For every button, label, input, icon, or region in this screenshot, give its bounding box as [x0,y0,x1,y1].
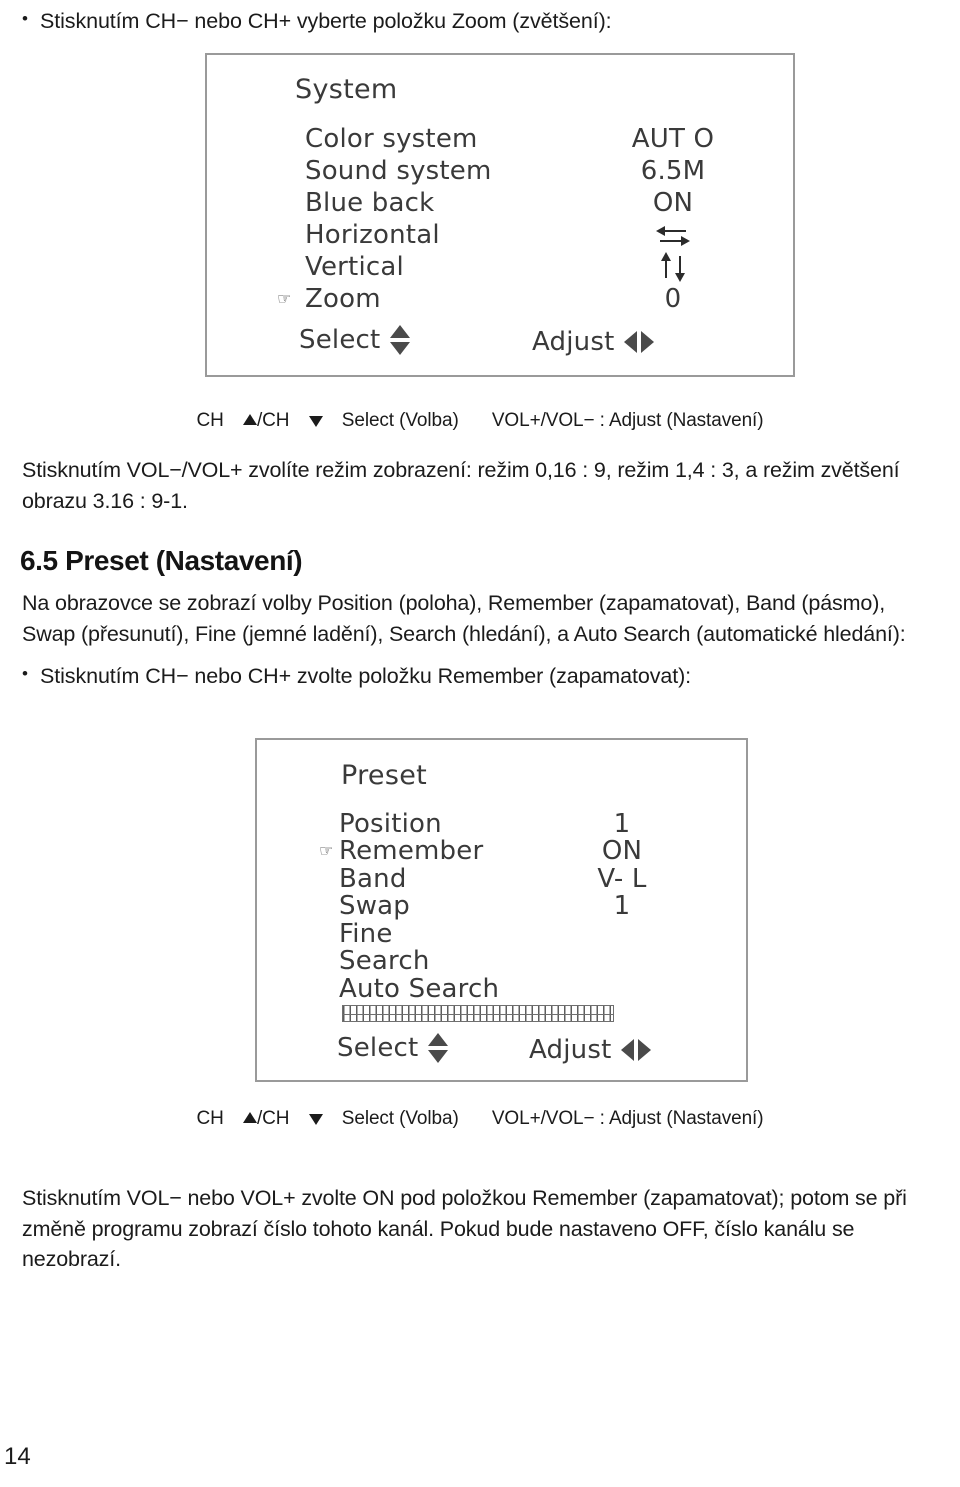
osd-row-auto-search[interactable]: Auto Search [257,973,746,1004]
osd-row-sound-system[interactable]: Sound system 6.5M [207,155,793,187]
caption-ch-label: CH [196,1108,224,1129]
osd-row-swap[interactable]: Swap 1 [257,891,746,922]
osd-row-label: Remember [339,836,484,867]
osd-row-value: ON [601,836,643,867]
osd-row-label: Band [339,863,407,894]
osd-row-value: AUT O [631,124,715,154]
triangle-up-icon [242,1112,257,1123]
osd-row-position[interactable]: Position 1 [257,808,746,839]
up-down-triangles-icon [428,1033,449,1063]
osd-system-adjust-hint: Adjust [532,327,655,357]
adjust-label: Adjust [529,1035,612,1065]
signal-level-bar [342,1005,614,1022]
osd-row-label: Vertical [305,252,404,282]
osd-row-label: Sound system [305,156,492,186]
triangle-up-icon [242,414,257,425]
osd-row-label: Color system [305,124,478,154]
osd-menu-system: System Color system AUT O Sound system 6… [205,53,795,377]
osd-row-value: 1 [613,891,631,922]
left-right-triangles-icon [624,331,655,353]
osd-row-value: ON [652,188,694,218]
osd-system-caption: CH /CH Select (Volba) VOL+/VOL− : Adjust… [0,410,960,432]
osd-row-blue-back[interactable]: Blue back ON [207,187,793,219]
osd-row-label: Auto Search [339,973,500,1004]
cursor-hand-icon: ☞ [319,841,334,861]
osd-row-label: Zoom [305,284,381,314]
osd-row-vertical[interactable]: Vertical [207,251,793,283]
osd-row-remember[interactable]: ☞ Remember ON [257,836,746,867]
horizontal-arrows-icon [656,222,690,250]
osd-system-title: System [295,74,398,105]
caption-slash-label: /CH [256,1108,290,1129]
osd-preset-title: Preset [341,760,427,791]
up-down-triangles-icon [390,325,411,355]
osd-row-label: Swap [339,891,411,922]
section-heading-6-5: 6.5 Preset (Nastavení) [20,545,303,576]
cursor-hand-icon: ☞ [277,289,292,308]
osd-row-color-system[interactable]: Color system AUT O [207,123,793,155]
triangle-down-icon [308,416,323,427]
page-number: 14 [4,1443,31,1470]
osd-row-value: 0 [664,284,682,314]
paragraph-preset-options: Na obrazovce se zobrazí volby Position (… [22,591,906,646]
osd-row-label: Blue back [305,188,435,218]
osd-row-value [603,220,743,250]
osd-system-select-hint: Select [299,325,411,355]
caption-slash-label: /CH [256,410,290,431]
triangle-down-icon [308,1114,323,1125]
osd-preset-adjust-hint: Adjust [529,1035,652,1065]
bullet-item-remember: • Stisknutím CH− nebo CH+ zvolte položku… [22,663,922,690]
paragraph-display-mode: Stisknutím VOL−/VOL+ zvolíte režim zobra… [22,458,900,513]
bullet-dot-icon: • [22,664,28,683]
vertical-arrows-icon [659,252,687,283]
osd-preset-caption: CH /CH Select (Volba) VOL+/VOL− : Adjust… [0,1108,960,1130]
osd-preset-rows: Position 1 ☞ Remember ON Band V- L Swap … [257,808,746,1004]
osd-row-zoom[interactable]: ☞ Zoom 0 [207,283,793,315]
caption-select-label: Select (Volba) [341,410,459,431]
caption-ch-label: CH [196,410,224,431]
osd-system-rows: Color system AUT O Sound system 6.5M Blu… [207,123,793,315]
osd-menu-preset: Preset Position 1 ☞ Remember ON Band V- … [255,738,748,1082]
osd-row-label: Fine [339,918,393,949]
osd-row-label: Search [339,946,430,977]
osd-row-fine[interactable]: Fine [257,918,746,949]
osd-row-value: 6.5M [640,156,706,186]
osd-row-value: 1 [613,808,631,839]
bullet-dot-icon: • [22,9,28,28]
bullet-item-zoom: • Stisknutím CH− nebo CH+ vyberte položk… [22,8,922,35]
left-right-triangles-icon [621,1039,652,1061]
adjust-label: Adjust [532,327,615,357]
document-page: • Stisknutím CH− nebo CH+ vyberte položk… [0,0,960,1487]
caption-select-label: Select (Volba) [341,1108,459,1129]
bullet-item-zoom-text: Stisknutím CH− nebo CH+ vyberte položku … [40,9,612,33]
osd-row-search[interactable]: Search [257,946,746,977]
paragraph-remember-note: Stisknutím VOL− nebo VOL+ zvolte ON pod … [22,1186,907,1272]
osd-row-label: Horizontal [305,220,440,250]
select-label: Select [337,1033,419,1063]
caption-vol-label: VOL+/VOL− : Adjust (Nastavení) [491,1108,764,1129]
osd-row-label: Position [339,808,442,839]
osd-row-band[interactable]: Band V- L [257,863,746,894]
osd-row-value: V- L [597,863,647,894]
osd-row-value [603,252,743,283]
osd-preset-select-hint: Select [337,1033,449,1063]
osd-row-horizontal[interactable]: Horizontal [207,219,793,251]
bullet-item-remember-text: Stisknutím CH− nebo CH+ zvolte položku R… [40,664,692,688]
select-label: Select [299,325,381,355]
caption-vol-label: VOL+/VOL− : Adjust (Nastavení) [491,410,764,431]
